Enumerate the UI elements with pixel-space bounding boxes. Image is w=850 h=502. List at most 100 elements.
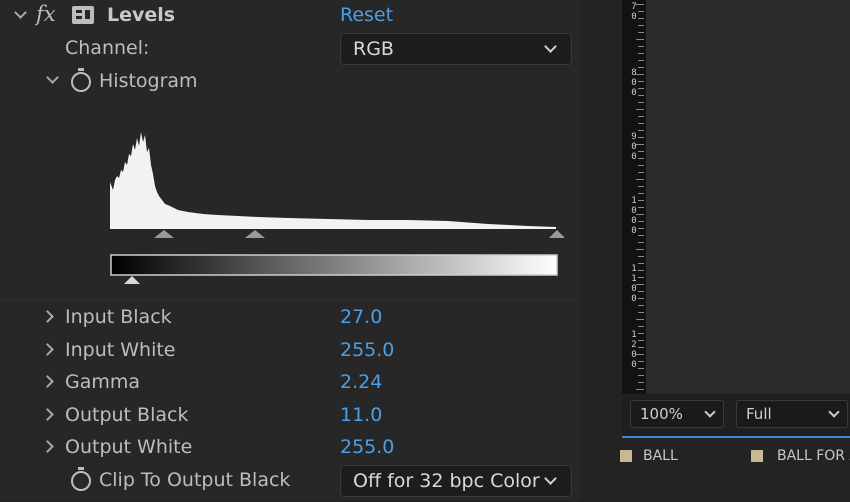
- histogram-row: Histogram: [0, 65, 580, 97]
- ruler-tick: [638, 46, 644, 47]
- ruler-tick: [638, 123, 644, 124]
- ruler-tick: [638, 81, 644, 82]
- ruler-tick: [636, 319, 644, 320]
- ruler-label: 70: [631, 2, 637, 22]
- ruler-tick: [638, 207, 644, 208]
- output-black-marker[interactable]: [124, 276, 140, 284]
- timeline-tab-ball-for-a[interactable]: BALL FOR A: [777, 448, 850, 464]
- input-black-marker[interactable]: [154, 230, 174, 238]
- clip-label: Clip To Output Black: [99, 469, 291, 491]
- channel-label: Channel:: [65, 37, 150, 59]
- channel-dropdown[interactable]: RGB: [340, 33, 572, 65]
- effect-header: fx Levels Reset: [0, 0, 580, 32]
- ruler-tick: [638, 11, 644, 12]
- input-black-value[interactable]: 27.0: [340, 306, 382, 328]
- ruler-tick: [638, 221, 644, 222]
- collapse-histogram-chevron-icon[interactable]: [46, 71, 59, 84]
- ruler-tick: [638, 67, 644, 68]
- collapse-effect-chevron-icon[interactable]: [14, 6, 27, 19]
- composition-viewer[interactable]: [646, 0, 850, 394]
- ruler-tick: [638, 137, 644, 138]
- ruler-tick: [638, 235, 644, 236]
- ruler-tick: [638, 228, 644, 229]
- ruler-tick: [638, 18, 644, 19]
- ruler-tick: [638, 60, 644, 61]
- ruler-tick: [638, 340, 644, 341]
- ruler-tick: [636, 214, 644, 215]
- ruler-tick: [638, 102, 644, 103]
- stopwatch-icon[interactable]: [71, 467, 91, 491]
- ruler-tick: [638, 291, 644, 292]
- stopwatch-icon[interactable]: [71, 68, 91, 92]
- output-gradient-bar: [110, 254, 558, 276]
- ruler-tick: [638, 298, 644, 299]
- clip-row: Clip To Output Black Off for 32 bpc Colo…: [0, 464, 580, 497]
- clip-dropdown[interactable]: Off for 32 bpc Color: [340, 465, 572, 497]
- expand-chevron-icon[interactable]: [41, 440, 54, 453]
- param-label: Input Black: [65, 306, 172, 328]
- ruler-tick: [638, 151, 644, 152]
- ruler-tick: [636, 389, 644, 390]
- channel-row: Channel: RGB: [0, 32, 580, 65]
- expand-chevron-icon[interactable]: [41, 408, 54, 421]
- param-row-gamma: Gamma 2.24: [0, 366, 580, 398]
- param-row-output-white: Output White 255.0: [0, 431, 580, 463]
- expand-chevron-icon[interactable]: [41, 375, 54, 388]
- ruler-tick: [638, 53, 644, 54]
- histogram-graph[interactable]: [108, 130, 568, 290]
- effect-name: Levels: [107, 4, 176, 26]
- chevron-down-icon: [704, 406, 716, 418]
- ruler-tick: [638, 256, 644, 257]
- ruler-tick: [638, 277, 644, 278]
- gamma-value[interactable]: 2.24: [340, 371, 382, 393]
- ruler-tick: [638, 165, 644, 166]
- ruler-tick: [638, 368, 644, 369]
- ruler-label: 1000: [631, 196, 637, 236]
- ruler-label: 1200: [631, 330, 637, 370]
- fx-icon[interactable]: fx: [36, 2, 56, 26]
- param-label: Input White: [65, 339, 176, 361]
- label-color-swatch: [751, 450, 763, 462]
- input-white-marker[interactable]: [549, 230, 565, 238]
- chevron-down-icon: [828, 406, 840, 418]
- ruler-tick: [638, 172, 644, 173]
- ruler-tick: [638, 270, 644, 271]
- ruler-tick: [638, 333, 644, 334]
- ruler-tick: [636, 4, 644, 5]
- expand-chevron-icon[interactable]: [41, 343, 54, 356]
- ruler-tick: [638, 186, 644, 187]
- ruler-tick: [638, 158, 644, 159]
- timeline-tab-bar: BALL BALL FOR A: [620, 436, 850, 502]
- zoom-dropdown[interactable]: 100%: [630, 400, 724, 428]
- ruler-tick: [638, 347, 644, 348]
- ruler-tick: [638, 116, 644, 117]
- ruler-tick: [638, 263, 644, 264]
- ruler-tick: [636, 354, 644, 355]
- param-label: Gamma: [65, 371, 141, 393]
- ruler-tick: [638, 382, 644, 383]
- ruler-tick: [638, 305, 644, 306]
- gamma-marker[interactable]: [245, 230, 265, 238]
- ruler-tick: [638, 130, 644, 131]
- ruler-tick: [638, 95, 644, 96]
- expand-chevron-icon[interactable]: [41, 310, 54, 323]
- ruler-tick: [638, 312, 644, 313]
- timeline-tab-ball[interactable]: BALL: [643, 448, 678, 464]
- ruler-tick: [638, 25, 644, 26]
- ruler-tick: [636, 249, 644, 250]
- output-black-value[interactable]: 11.0: [340, 404, 382, 426]
- channel-value: RGB: [353, 38, 394, 60]
- param-row-input-black: Input Black 27.0: [0, 301, 580, 333]
- ruler-tick: [636, 74, 644, 75]
- resolution-dropdown[interactable]: Full: [736, 400, 848, 428]
- label-color-swatch: [620, 450, 632, 462]
- reset-link[interactable]: Reset: [340, 4, 393, 26]
- output-white-value[interactable]: 255.0: [340, 436, 394, 458]
- histogram-fill: [110, 132, 556, 229]
- ruler-label: 800: [631, 68, 637, 98]
- ruler-tick: [638, 326, 644, 327]
- chevron-down-icon: [544, 40, 557, 53]
- clip-value: Off for 32 bpc Color: [353, 470, 540, 492]
- input-white-value[interactable]: 255.0: [340, 339, 394, 361]
- ruler-tick: [638, 200, 644, 201]
